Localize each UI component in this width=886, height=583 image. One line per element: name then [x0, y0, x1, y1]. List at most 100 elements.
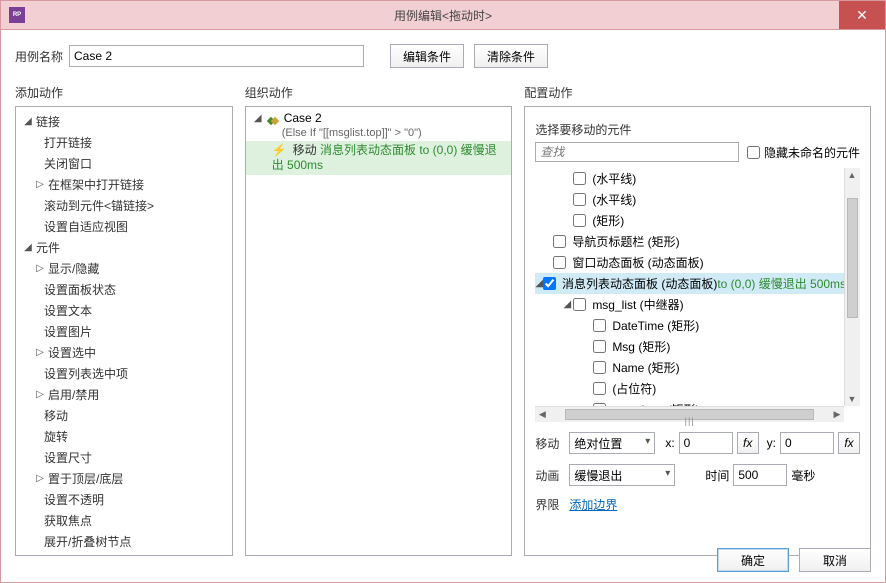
title-bar: RP 用例编辑<拖动时> ✕ — [0, 0, 886, 30]
widget-tree-row[interactable]: (水平线) — [535, 189, 844, 210]
tree-group[interactable]: ◢元件 — [16, 237, 232, 258]
tree-item[interactable]: 展开/折叠树节点 — [16, 531, 232, 552]
tree-item-label: 设置面板状态 — [44, 281, 116, 298]
widget-tree-row[interactable]: ◢msg_list (中继器) — [535, 294, 844, 315]
move-mode-combo[interactable]: 绝对位置 — [569, 432, 655, 454]
tree-item[interactable]: 关闭窗口 — [16, 153, 232, 174]
tree-item[interactable]: 旋转 — [16, 426, 232, 447]
case-node[interactable]: ◢ Case 2 (Else If "[[msglist.top]]" > "0… — [246, 107, 512, 141]
widget-tree-row[interactable]: 导航页标题栏 (矩形) — [535, 231, 844, 252]
widget-checkbox[interactable] — [553, 235, 566, 248]
tree-item[interactable]: 设置图片 — [16, 321, 232, 342]
x-input[interactable] — [679, 432, 733, 454]
widget-tree-row[interactable]: Name (矩形) — [535, 357, 844, 378]
tree-item[interactable]: 设置列表选中项 — [16, 363, 232, 384]
tree-item-label: 启用/禁用 — [48, 386, 99, 403]
tree-item[interactable]: ▷显示/隐藏 — [16, 258, 232, 279]
scroll-down-icon[interactable]: ▼ — [845, 392, 859, 406]
add-bounds-link[interactable]: 添加边界 — [569, 496, 617, 513]
y-input[interactable] — [780, 432, 834, 454]
tree-item[interactable]: 设置文本 — [16, 300, 232, 321]
scroll-right-icon[interactable]: ▶ — [830, 407, 844, 421]
widget-tree-wrap: (水平线) (水平线) (矩形)导航页标题栏 (矩形)窗口动态面板 (动态面板) ◢ 消… — [535, 168, 860, 422]
hide-unnamed-checkbox[interactable] — [747, 146, 760, 159]
case-name-text: Case 2 — [284, 111, 322, 125]
organize-scroll[interactable]: ◢ Case 2 (Else If "[[msglist.top]]" > "0… — [246, 107, 512, 555]
tree-item[interactable]: 设置尺寸 — [16, 447, 232, 468]
widget-tree-row[interactable]: msg_item (矩形) — [535, 399, 844, 406]
widget-tree-row[interactable]: Msg (矩形) — [535, 336, 844, 357]
tree-item-label: 打开链接 — [44, 134, 92, 151]
add-action-scroll[interactable]: ◢链接打开链接关闭窗口▷在框架中打开链接滚动到元件<锚链接> 设置自适应视图 ◢元件… — [16, 107, 232, 555]
tree-item[interactable]: 设置自适应视图 — [16, 216, 232, 237]
widget-checkbox[interactable] — [593, 340, 606, 353]
top-row: 用例名称 编辑条件 清除条件 — [15, 42, 871, 70]
search-input[interactable] — [535, 142, 739, 162]
action-node[interactable]: ⚡移动 消息列表动态面板 to (0,0) 缓慢退出 500ms — [246, 141, 512, 175]
widget-checkbox[interactable] — [573, 298, 586, 311]
widget-label: (水平线) — [592, 191, 636, 208]
cancel-button[interactable]: 取消 — [799, 548, 871, 572]
widget-tree-row[interactable]: (矩形) — [535, 210, 844, 231]
time-input[interactable] — [733, 464, 787, 486]
x-fx-button[interactable]: fx — [737, 432, 759, 454]
tree-item[interactable]: 设置不透明 — [16, 489, 232, 510]
widget-label: (水平线) — [592, 170, 636, 187]
y-fx-button[interactable]: fx — [838, 432, 860, 454]
widget-checkbox[interactable] — [573, 214, 586, 227]
widget-label: Name (矩形) — [612, 359, 679, 376]
widget-checkbox[interactable] — [543, 277, 556, 290]
bounds-row: 界限 添加边界 — [535, 496, 860, 513]
scroll-thumb-v[interactable] — [847, 198, 858, 318]
organize-header: 组织动作 — [245, 84, 513, 100]
hide-unnamed-label: 隐藏未命名的元件 — [764, 144, 860, 161]
widget-label: 消息列表动态面板 (动态面板) — [562, 275, 717, 292]
scroll-left-icon[interactable]: ◀ — [535, 407, 549, 421]
caret-icon: ◢ — [561, 299, 573, 310]
edit-condition-button[interactable]: 编辑条件 — [390, 44, 464, 68]
clear-condition-button[interactable]: 清除条件 — [474, 44, 548, 68]
case-name-input[interactable] — [69, 45, 364, 67]
move-row: 移动 绝对位置 x: fx y: fx — [535, 432, 860, 454]
widget-tree-row[interactable]: DateTime (矩形) — [535, 315, 844, 336]
tree-item[interactable]: ▷设置选中 — [16, 342, 232, 363]
tree-item[interactable]: 滚动到元件<锚链接> — [16, 195, 232, 216]
widget-tree-row[interactable]: 窗口动态面板 (动态面板) — [535, 252, 844, 273]
tree-item[interactable]: 设置面板状态 — [16, 279, 232, 300]
widget-checkbox[interactable] — [553, 256, 566, 269]
tree-item[interactable]: 获取焦点 — [16, 510, 232, 531]
vertical-scrollbar[interactable]: ▲ ▼ — [844, 168, 860, 406]
widget-checkbox[interactable] — [593, 319, 606, 332]
widget-label: (占位符) — [612, 380, 656, 397]
tree-item[interactable]: 移动 — [16, 405, 232, 426]
tree-item[interactable]: ▷在框架中打开链接 — [16, 174, 232, 195]
configure-header: 配置动作 — [524, 84, 871, 100]
widget-checkbox[interactable] — [593, 361, 606, 374]
horizontal-scrollbar[interactable]: ◀ ▶ — [535, 406, 844, 422]
easing-combo[interactable]: 缓慢退出 — [569, 464, 675, 486]
ok-button[interactable]: 确定 — [717, 548, 789, 572]
widget-tree-row[interactable]: (水平线) — [535, 168, 844, 189]
close-button[interactable]: ✕ — [839, 1, 885, 29]
scroll-up-icon[interactable]: ▲ — [845, 168, 859, 182]
tree-item-label: 设置选中 — [48, 344, 96, 361]
tree-item-label: 设置自适应视图 — [44, 218, 128, 235]
bounds-label: 界限 — [535, 496, 569, 513]
widget-checkbox[interactable] — [573, 172, 586, 185]
organize-column: 组织动作 ◢ Case 2 (Else If "[[msglist.top]]"… — [245, 84, 513, 556]
tree-item[interactable]: ▷置于顶层/底层 — [16, 468, 232, 489]
widget-checkbox[interactable] — [573, 193, 586, 206]
widget-tree-row[interactable]: (占位符) — [535, 378, 844, 399]
dialog-footer: 确定 取消 — [707, 548, 871, 572]
tree-group[interactable]: ◢链接 — [16, 111, 232, 132]
widget-tree-row[interactable]: ◢ 消息列表动态面板 (动态面板) to (0,0) 缓慢退出 500ms — [535, 273, 844, 294]
caret-icon: ◢ — [535, 278, 543, 289]
widget-checkbox[interactable] — [593, 382, 606, 395]
scroll-thumb-h[interactable] — [565, 409, 814, 420]
widget-tree[interactable]: (水平线) (水平线) (矩形)导航页标题栏 (矩形)窗口动态面板 (动态面板) ◢ 消… — [535, 168, 844, 406]
tree-item-label: 滚动到元件<锚链接> — [44, 197, 154, 214]
tree-item-label: 移动 — [44, 407, 68, 424]
tree-item[interactable]: 打开链接 — [16, 132, 232, 153]
widget-suffix: to (0,0) 缓慢退出 500ms — [717, 275, 844, 292]
tree-item[interactable]: ▷启用/禁用 — [16, 384, 232, 405]
